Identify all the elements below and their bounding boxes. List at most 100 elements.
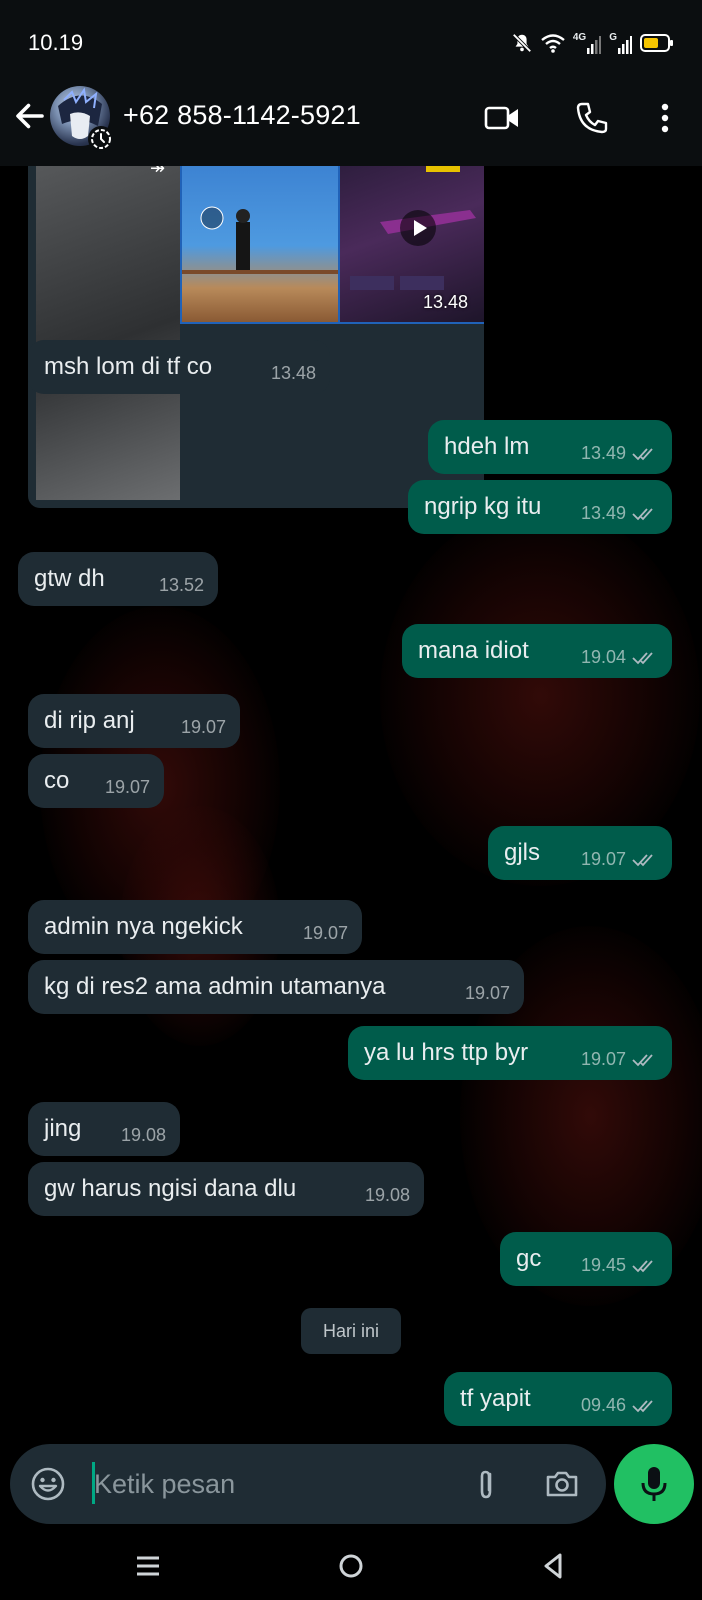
message-meta: 19.07 <box>181 717 226 738</box>
signal-4g-icon: 4G <box>573 32 602 54</box>
contact-name[interactable]: +62 858-1142-5921 <box>123 100 361 131</box>
date-divider: Hari ini <box>301 1308 401 1354</box>
message-text: msh lom di tf co <box>44 353 213 380</box>
message-text: gw harus ngisi dana dlu <box>44 1175 297 1202</box>
status-time: 10.19 <box>28 30 84 55</box>
message-meta: 09.46 <box>581 1395 658 1416</box>
video-call-icon[interactable] <box>482 98 522 138</box>
outgoing-message[interactable]: tf yapit 09.46 <box>444 1372 672 1426</box>
chat-header: +62 858-1142-5921 <box>0 68 702 166</box>
media-thumbnail[interactable] <box>180 166 340 324</box>
read-receipt-icon <box>632 651 653 664</box>
message-meta: 13.52 <box>159 575 204 596</box>
message-time: 19.07 <box>180 717 226 737</box>
composer-bar <box>10 1444 606 1524</box>
media-thumbnail[interactable] <box>36 166 180 500</box>
back-arrow-icon[interactable] <box>12 98 48 134</box>
message-meta: 19.07 <box>581 1049 658 1070</box>
message-text: gjls <box>504 839 541 866</box>
message-text: co <box>44 767 70 794</box>
outgoing-message[interactable]: hdeh lm 13.49 <box>428 420 672 474</box>
recent-apps-icon[interactable] <box>132 1550 164 1582</box>
mic-icon <box>641 1467 667 1501</box>
message-text: di rip anj <box>44 707 135 734</box>
home-icon[interactable] <box>335 1550 367 1582</box>
message-text: hdeh lm <box>444 433 530 460</box>
message-time: 19.07 <box>104 777 150 797</box>
phone-icon[interactable] <box>572 98 612 138</box>
incoming-message[interactable]: gtw dh 13.52 <box>18 552 218 606</box>
message-time: 13.49 <box>580 503 626 523</box>
message-text: kg di res2 ama admin utamanya <box>44 973 386 1000</box>
message-meta: 19.07 <box>303 923 348 944</box>
message-text: ya lu hrs ttp byr <box>364 1039 529 1066</box>
message-time: 19.45 <box>580 1255 626 1275</box>
chat-screen: 10.19 4G G +62 858-1142-5921 ↠ 13.48 msh… <box>0 0 702 1600</box>
message-list[interactable]: ↠ 13.48 msh lom di tf co 13.48 hdeh lm 13.4… <box>0 166 702 1446</box>
system-nav-bar <box>0 1532 702 1600</box>
message-text: admin nya ngekick <box>44 913 243 940</box>
network-type-g: G <box>609 32 617 43</box>
incoming-message[interactable]: di rip anj 19.07 <box>28 694 240 748</box>
outgoing-message[interactable]: ya lu hrs ttp byr 19.07 <box>348 1026 672 1080</box>
signal-g-icon: G <box>609 32 632 54</box>
camera-icon[interactable] <box>542 1464 582 1504</box>
text-caret <box>92 1462 95 1504</box>
message-text: jing <box>44 1115 82 1142</box>
message-meta: 19.07 <box>581 849 658 870</box>
message-text: mana idiot <box>418 637 529 664</box>
incoming-message[interactable]: admin nya ngekick 19.07 <box>28 900 362 954</box>
mic-button[interactable] <box>614 1444 694 1524</box>
message-text: ngrip kg itu <box>424 493 542 520</box>
message-time: 09.46 <box>580 1395 626 1415</box>
message-text: gtw dh <box>34 565 105 592</box>
status-icons: 4G G <box>511 30 674 56</box>
incoming-message[interactable]: msh lom di tf co 13.48 <box>28 340 330 394</box>
read-receipt-icon <box>632 1053 653 1066</box>
message-time: 13.52 <box>158 575 204 595</box>
message-meta: 19.08 <box>121 1125 166 1146</box>
bell-muted-icon <box>512 33 532 53</box>
message-time: 19.07 <box>302 923 348 943</box>
message-time: 19.07 <box>580 1049 626 1069</box>
status-bar: 10.19 4G G <box>0 0 702 68</box>
message-time: 19.07 <box>580 849 626 869</box>
message-meta: 19.07 <box>465 983 510 1004</box>
play-video-icon[interactable] <box>400 210 436 246</box>
outgoing-message[interactable]: ngrip kg itu 13.49 <box>408 480 672 534</box>
outgoing-message[interactable]: mana idiot 19.04 <box>402 624 672 678</box>
media-message[interactable]: ↠ 13.48 <box>28 166 484 508</box>
read-receipt-icon <box>632 1259 653 1272</box>
incoming-message[interactable]: kg di res2 ama admin utamanya 19.07 <box>28 960 524 1014</box>
battery-icon <box>640 34 673 52</box>
incoming-message[interactable]: gw harus ngisi dana dlu 19.08 <box>28 1162 424 1216</box>
message-meta: 13.49 <box>581 443 658 464</box>
outgoing-message[interactable]: gjls 19.07 <box>488 826 672 880</box>
read-receipt-icon <box>632 447 653 460</box>
wifi-icon <box>541 34 565 53</box>
read-receipt-icon <box>632 853 653 866</box>
message-meta: 19.07 <box>105 777 150 798</box>
message-text: gc <box>516 1245 542 1272</box>
emoji-icon[interactable] <box>28 1464 68 1504</box>
status-ring-icon <box>88 126 114 152</box>
read-receipt-icon <box>632 1399 653 1412</box>
message-meta: 13.49 <box>581 503 658 524</box>
message-time: 13.49 <box>580 443 626 463</box>
message-meta: 13.48 <box>271 363 316 384</box>
message-time: 19.04 <box>580 647 626 667</box>
outgoing-message[interactable]: gc 19.45 <box>500 1232 672 1286</box>
message-time: 19.08 <box>120 1125 166 1145</box>
message-input[interactable] <box>80 1462 474 1506</box>
back-nav-icon[interactable] <box>537 1550 569 1582</box>
incoming-message[interactable]: jing 19.08 <box>28 1102 180 1156</box>
forward-icon: ↠ <box>150 166 166 178</box>
message-meta: 19.45 <box>581 1255 658 1276</box>
message-time: 13.48 <box>422 292 468 312</box>
attach-icon[interactable] <box>466 1464 506 1504</box>
more-vert-icon[interactable] <box>645 98 685 138</box>
message-time: 19.08 <box>364 1185 410 1205</box>
incoming-message[interactable]: co 19.07 <box>28 754 164 808</box>
message-meta: 19.08 <box>365 1185 410 1206</box>
message-time: 13.48 <box>270 363 316 383</box>
